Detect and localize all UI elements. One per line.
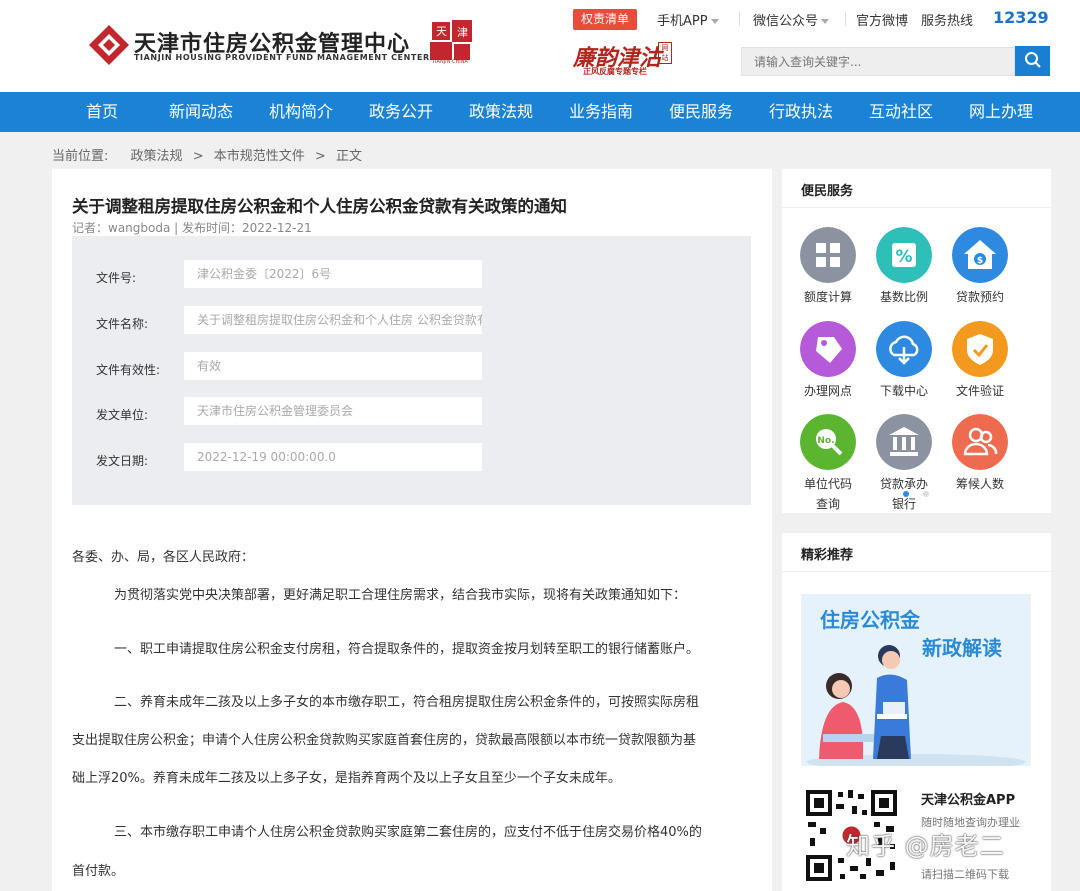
nav-service[interactable]: 便民服务 — [669, 92, 733, 132]
weibo-link[interactable]: 官方微博 — [856, 10, 908, 29]
tag-icon — [800, 321, 856, 377]
divider — [739, 12, 740, 26]
app-download-hint: 请扫描二维码下载 — [921, 868, 1009, 881]
anti-corruption-badge: 网站 — [658, 42, 672, 64]
people-illustration-icon — [806, 645, 1026, 766]
service-doc-verify[interactable]: 文件验证 — [946, 321, 1014, 401]
calculator-icon — [800, 227, 856, 283]
search-input[interactable] — [741, 47, 1015, 76]
search-icon — [1024, 51, 1041, 68]
watermark: 知乎 @房老二 — [846, 832, 1005, 860]
nav-community[interactable]: 互动社区 — [869, 92, 933, 132]
article-paragraph: 支出提取住房公积金；申请个人住房公积金贷款购买家庭首套住房的，贷款最高限额以本市… — [72, 733, 697, 748]
shield-check-icon — [952, 321, 1008, 377]
nav-gov-affairs[interactable]: 政务公开 — [369, 92, 433, 132]
nav-policy[interactable]: 政策法规 — [469, 92, 533, 132]
divider — [782, 571, 1051, 572]
hotline-label: 服务热线 — [921, 14, 974, 29]
article-paragraph: 为贯彻落实党中央决策部署，更好满足职工合理住房需求，结合我市实际，现将有关政策通… — [114, 588, 687, 603]
service-panel: 便民服务 额度计算 % 基数比例 $ 贷款预约 办理网点 下载中心 文件验证 N… — [782, 169, 1051, 513]
service-loan-banks[interactable]: 贷款承办 银行 — [870, 414, 938, 514]
article-paragraph: 二、养育未成年二孩及以上多子女的本市缴存职工，符合租房提取住房公积金条件的，可按… — [114, 695, 700, 710]
nav-enforcement[interactable]: 行政执法 — [769, 92, 833, 132]
house-money-icon: $ — [952, 227, 1008, 283]
carousel-dot[interactable] — [923, 491, 929, 497]
divider — [845, 12, 846, 26]
info-label: 文件号: — [96, 271, 137, 285]
service-loan-booking[interactable]: $ 贷款预约 — [946, 227, 1014, 307]
breadcrumb-current: 正文 — [335, 149, 362, 164]
breadcrumb-policy[interactable]: 政策法规 — [131, 149, 183, 164]
nav-news[interactable]: 新闻动态 — [169, 92, 233, 132]
cloud-download-icon — [876, 321, 932, 377]
power-list-link[interactable]: 权责清单 — [573, 9, 638, 30]
article-meta: 记者：wangboda | 发布时间：2022-12-21 — [72, 221, 312, 235]
nav-home[interactable]: 首页 — [86, 92, 118, 132]
service-unit-code-query[interactable]: No. 单位代码 查询 — [794, 414, 862, 514]
service-waiting-count[interactable]: 筹候人数 — [946, 414, 1014, 494]
carousel-dot-active[interactable] — [903, 491, 909, 497]
chevron-down-icon — [821, 19, 830, 24]
recommend-panel-title: 精彩推荐 — [801, 548, 854, 563]
article-paragraph: 一、职工申请提取住房公积金支付房租，符合提取条件的，提取资金按月划转至职工的银行… — [114, 642, 700, 657]
article-paragraph: 础上浮20%。养育未成年二孩及以上多子女，是指养育两个及以上子女且至少一个子女未… — [72, 771, 621, 786]
org-name-en: TIANJIN HOUSING PROVIDENT FUND MANAGEMEN… — [134, 53, 430, 62]
article-title: 关于调整租房提取住房公积金和个人住房公积金贷款有关政策的通知 — [72, 197, 567, 216]
svg-text:天: 天 — [436, 25, 447, 38]
site-header: 天津市住房公积金管理中心 TIANJIN HOUSING PROVIDENT F… — [0, 0, 1080, 92]
svg-text:津: 津 — [457, 26, 468, 39]
nav-guide[interactable]: 业务指南 — [569, 92, 633, 132]
svg-text:$: $ — [977, 256, 983, 266]
search-button[interactable] — [1015, 46, 1050, 76]
doc-date-field: 2022-12-19 00:00:00.0 — [184, 443, 482, 471]
policy-banner[interactable]: 住房公积金 新政解读 — [801, 594, 1031, 766]
article-paragraph: 各委、办、局，各区人民政府： — [72, 550, 255, 565]
article-paragraph: 首付款。 — [72, 864, 125, 879]
article-panel: 关于调整租房提取住房公积金和个人住房公积金贷款有关政策的通知 记者：wangbo… — [52, 169, 772, 891]
divider — [782, 207, 1051, 208]
document-info-box: 文件号: 津公积金委〔2022〕6号 文件名称: 关于调整租房提取住房公积金和个… — [72, 236, 751, 505]
svg-text:No.: No. — [817, 436, 834, 446]
info-label: 发文单位: — [96, 408, 149, 422]
wechat-link[interactable]: 微信公众号 — [753, 10, 830, 29]
mobile-app-link[interactable]: 手机APP — [657, 10, 719, 29]
nav-online[interactable]: 网上办理 — [969, 92, 1033, 132]
service-quota-calc[interactable]: 额度计算 — [794, 227, 862, 307]
search-no-icon: No. — [800, 414, 856, 470]
seal-caption: TIANJIN·CHINA — [432, 59, 468, 65]
percent-icon: % — [876, 227, 932, 283]
bank-icon — [876, 414, 932, 470]
doc-name-field: 关于调整租房提取住房公积金和个人住房 公积金贷款有关政策的通知 — [184, 306, 482, 334]
main-nav: 首页 新闻动态 机构简介 政务公开 政策法规 业务指南 便民服务 行政执法 互动… — [0, 92, 1080, 132]
info-label: 发文日期: — [96, 454, 149, 468]
doc-validity-field: 有效 — [184, 352, 482, 380]
breadcrumb: 当前位置: 政策法规 > 本市规范性文件 > 正文 — [52, 149, 362, 164]
service-base-ratio[interactable]: % 基数比例 — [870, 227, 938, 307]
article-paragraph: 三、本市缴存职工申请个人住房公积金贷款购买家庭第二套住房的，应支付不低于住房交易… — [114, 825, 702, 840]
doc-issuer-field: 天津市住房公积金管理委员会 — [184, 397, 482, 425]
people-icon — [952, 414, 1008, 470]
site-logo-icon[interactable] — [88, 24, 130, 66]
breadcrumb-local-docs[interactable]: 本市规范性文件 — [214, 149, 305, 164]
anti-corruption-subtitle: 正风反腐专题专栏 — [583, 67, 647, 76]
doc-number-field: 津公积金委〔2022〕6号 — [184, 260, 482, 288]
service-panel-title: 便民服务 — [801, 184, 854, 199]
nav-about[interactable]: 机构简介 — [269, 92, 333, 132]
service-downloads[interactable]: 下载中心 — [870, 321, 938, 401]
service-branches[interactable]: 办理网点 — [794, 321, 862, 401]
app-name[interactable]: 天津公积金APP — [921, 789, 1015, 808]
chevron-down-icon — [710, 19, 719, 24]
info-label: 文件名称: — [96, 317, 149, 331]
hotline-number: 12329 — [993, 8, 1049, 27]
svg-text:%: % — [895, 247, 912, 267]
info-label: 文件有效性: — [96, 363, 161, 377]
